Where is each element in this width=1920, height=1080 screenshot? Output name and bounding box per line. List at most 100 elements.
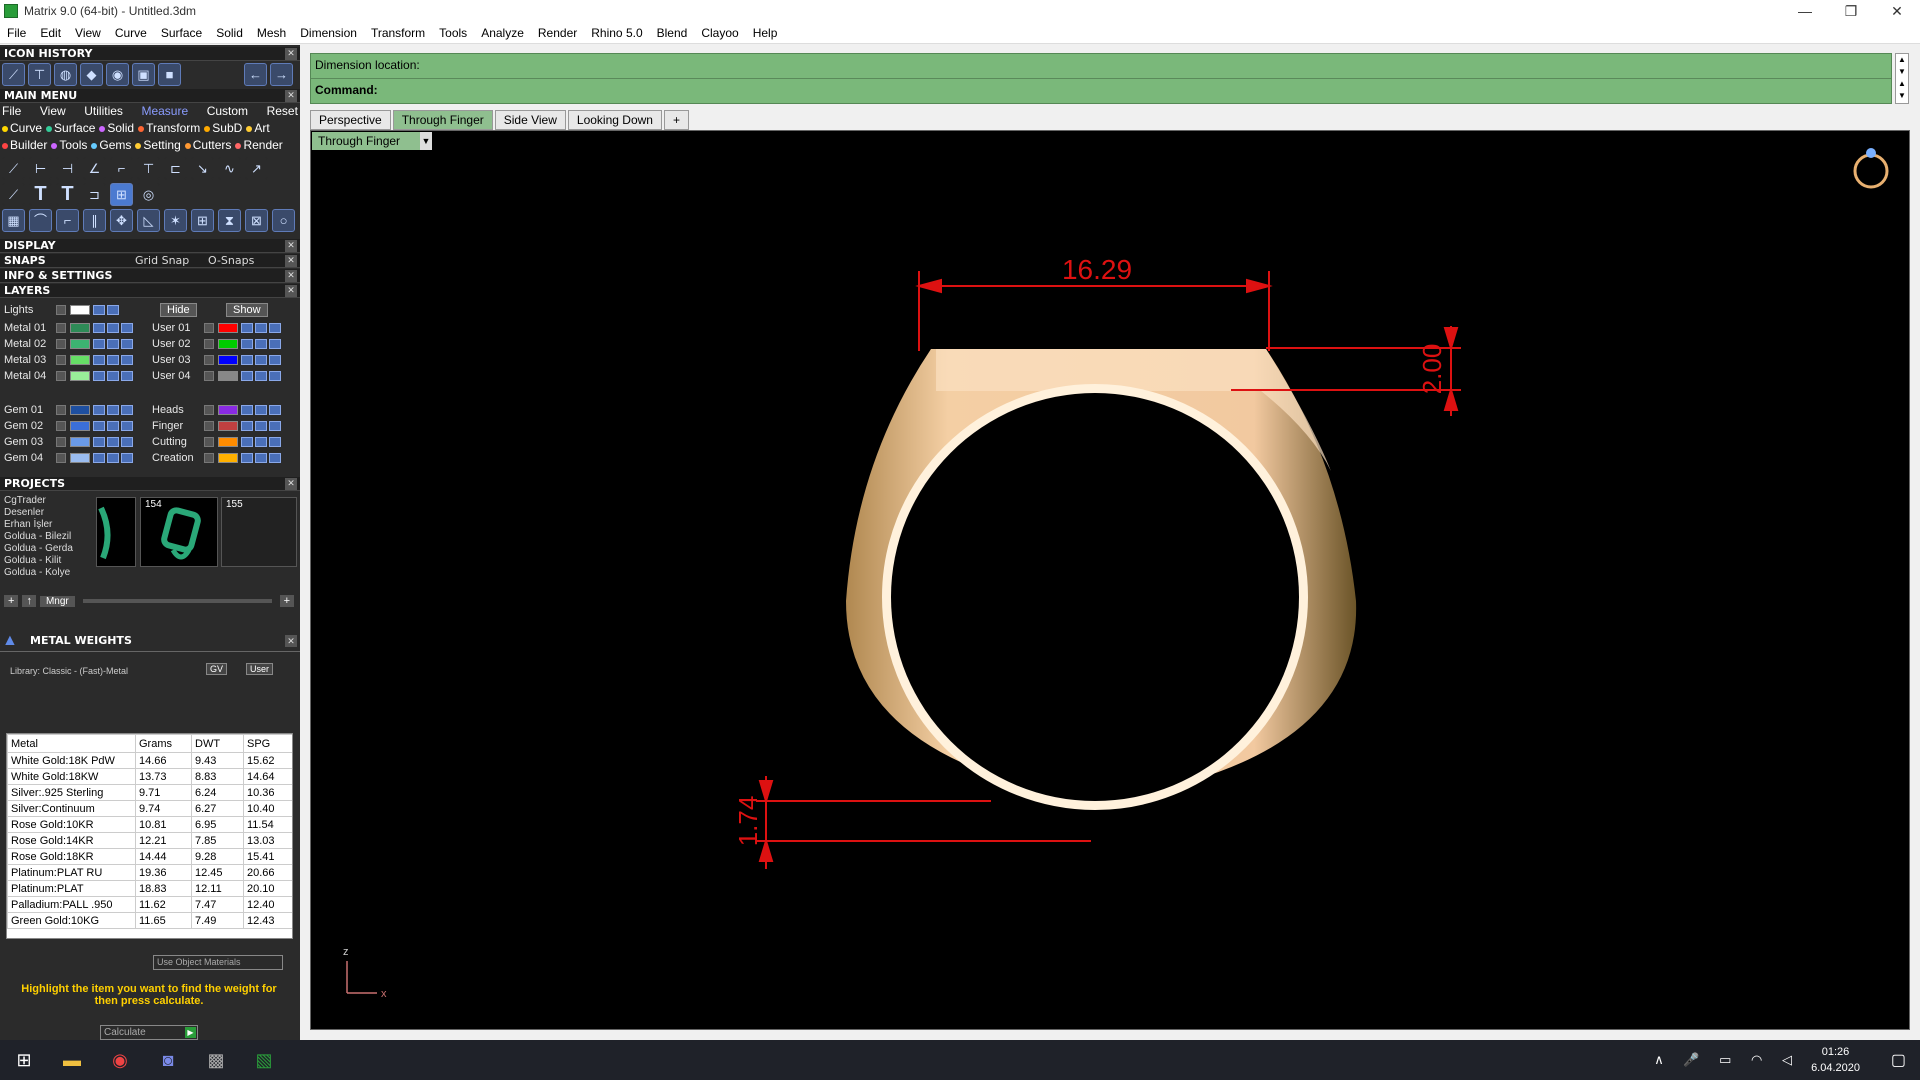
col-metal[interactable]: Metal <box>7 734 136 753</box>
layer-current-icon[interactable] <box>121 421 133 431</box>
layer-visible-icon[interactable] <box>255 371 267 381</box>
layer-color-swatch[interactable] <box>218 339 238 349</box>
mm-solid[interactable]: Solid <box>99 121 134 135</box>
menu-render[interactable]: Render <box>531 26 584 40</box>
gem-icon[interactable]: ◆ <box>80 63 103 86</box>
layer-color-swatch[interactable] <box>70 371 90 381</box>
add-tab-button[interactable]: + <box>663 110 689 130</box>
use-object-materials-checkbox[interactable]: Use Object Materials <box>153 955 283 970</box>
dim-radius-icon[interactable]: ⌐ <box>110 157 133 180</box>
hide-button[interactable]: Hide <box>160 303 197 317</box>
curve-length-icon[interactable]: ∿ <box>218 157 241 180</box>
globe-icon[interactable]: ◍ <box>54 63 77 86</box>
layer-expand-icon[interactable] <box>204 405 214 415</box>
mm-tab-file[interactable]: File <box>2 104 21 118</box>
layer-lock-icon[interactable] <box>93 405 105 415</box>
layer-lock-icon[interactable] <box>93 421 105 431</box>
layer-row[interactable]: User 04 <box>152 369 282 383</box>
layer-current-icon[interactable] <box>121 355 133 365</box>
layer-lock-icon[interactable] <box>241 437 253 447</box>
layer-visible-icon[interactable] <box>107 339 119 349</box>
tab-side-view[interactable]: Side View <box>494 110 566 130</box>
matrix-app-icon[interactable]: ▧ <box>240 1040 288 1080</box>
layer-lock-icon[interactable] <box>241 371 253 381</box>
project-thumb-prev[interactable] <box>96 497 136 567</box>
layer-row[interactable]: Metal 02 <box>4 337 134 351</box>
menu-view[interactable]: View <box>68 26 108 40</box>
project-item[interactable]: Goldua - Bilezil <box>4 531 84 543</box>
close-icon[interactable]: ✕ <box>285 255 297 267</box>
menu-file[interactable]: File <box>0 26 33 40</box>
layer-current-icon[interactable] <box>269 405 281 415</box>
layer-row[interactable]: User 03 <box>152 353 282 367</box>
menu-clayoo[interactable]: Clayoo <box>694 26 745 40</box>
layer-lock-icon[interactable] <box>241 355 253 365</box>
col-grams[interactable]: Grams <box>135 734 192 753</box>
layer-color-swatch[interactable] <box>70 339 90 349</box>
col-spg[interactable]: SPG <box>243 734 292 753</box>
col-dwt[interactable]: DWT <box>191 734 244 753</box>
layer-lock-icon[interactable] <box>93 371 105 381</box>
layer-row[interactable]: Metal 04 <box>4 369 134 383</box>
user-toggle[interactable]: User <box>246 663 274 675</box>
maximize-button[interactable]: ❐ <box>1828 0 1874 22</box>
layer-visible-icon[interactable] <box>255 339 267 349</box>
grid-snap-label[interactable]: Grid Snap <box>135 254 189 268</box>
layer-current-icon[interactable] <box>121 405 133 415</box>
grid-icon[interactable]: ⊞ <box>191 209 214 232</box>
layer-visible-icon[interactable] <box>255 421 267 431</box>
add-button[interactable]: + <box>279 595 294 607</box>
layer-lock-icon[interactable] <box>93 339 105 349</box>
layer-expand-icon[interactable] <box>204 323 214 333</box>
app-icon[interactable]: ▩ <box>192 1040 240 1080</box>
layer-expand-icon[interactable] <box>56 339 66 349</box>
projects-slider[interactable] <box>82 599 272 603</box>
metal-weights-table[interactable]: Metal Grams DWT SPG White Gold:18K PdW 14… <box>6 733 293 939</box>
layer-row[interactable]: Gem 04 <box>4 451 134 465</box>
layer-color-swatch[interactable] <box>70 437 90 447</box>
calculate-button[interactable]: Calculate ▶ <box>100 1025 198 1040</box>
project-item[interactable]: Goldua - Gerda <box>4 543 84 555</box>
layer-expand-icon[interactable] <box>56 453 66 463</box>
layer-lock-icon[interactable] <box>93 323 105 333</box>
mm-gems[interactable]: Gems <box>91 138 131 152</box>
layers-header[interactable]: LAYERS ✕ <box>0 284 300 298</box>
close-icon[interactable]: ✕ <box>285 635 297 647</box>
layer-visible-icon[interactable] <box>107 421 119 431</box>
frame-icon[interactable]: ▣ <box>132 63 155 86</box>
layer-current-icon[interactable] <box>269 421 281 431</box>
dim-ordinate-icon[interactable]: ⊏ <box>164 157 187 180</box>
measure-active-icon[interactable]: ⊞ <box>110 183 133 206</box>
layer-current-icon[interactable] <box>269 437 281 447</box>
table-row[interactable]: Palladium:PALL .950 11.62 7.47 12.40 <box>7 896 292 913</box>
layer-lock-icon[interactable] <box>241 405 253 415</box>
layer-lock-icon[interactable] <box>93 453 105 463</box>
table-row[interactable]: Platinum:PLAT 18.83 12.11 20.10 <box>7 880 292 897</box>
layer-color-swatch[interactable] <box>70 355 90 365</box>
menu-surface[interactable]: Surface <box>154 26 209 40</box>
leader-icon[interactable]: ↘ <box>191 157 214 180</box>
minimize-button[interactable]: — <box>1782 0 1828 22</box>
chrome-icon[interactable]: ◉ <box>96 1040 144 1080</box>
polyline-tool-icon[interactable]: ⊤ <box>28 63 51 86</box>
menu-tools[interactable]: Tools <box>432 26 474 40</box>
discord-icon[interactable]: ◙ <box>144 1040 192 1080</box>
file-explorer-icon[interactable]: ▬ <box>48 1040 96 1080</box>
array-icon[interactable]: ⊠ <box>245 209 268 232</box>
close-icon[interactable]: ✕ <box>285 90 297 102</box>
layer-current-icon[interactable] <box>121 437 133 447</box>
layer-current-icon[interactable] <box>269 371 281 381</box>
layer-expand-icon[interactable] <box>204 355 214 365</box>
viewport-label[interactable]: Through Finger <box>312 132 420 150</box>
layer-row[interactable]: Finger <box>152 419 282 433</box>
table-row[interactable]: Green Gold:10KG 11.65 7.49 12.43 <box>7 912 292 929</box>
move-icon[interactable]: ✥ <box>110 209 133 232</box>
layer-expand-icon[interactable] <box>56 405 66 415</box>
line-tool-icon[interactable]: ⟋ <box>2 63 25 86</box>
blocks-icon[interactable]: ▦ <box>2 209 25 232</box>
layer-row[interactable]: Creation <box>152 451 282 465</box>
layer-visible-icon[interactable] <box>255 323 267 333</box>
bars-icon[interactable]: ∥ <box>83 209 106 232</box>
layer-expand-icon[interactable] <box>56 371 66 381</box>
layer-visible-icon[interactable] <box>107 355 119 365</box>
